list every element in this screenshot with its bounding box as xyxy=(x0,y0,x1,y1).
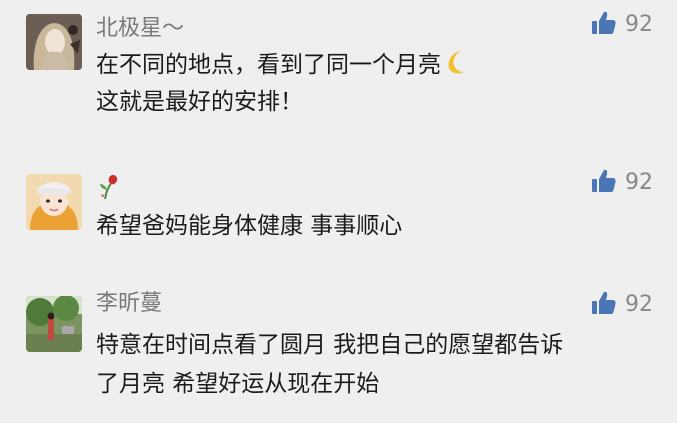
thumbs-up-icon xyxy=(591,168,617,198)
thumbs-up-icon xyxy=(591,10,617,40)
crescent-moon-icon xyxy=(443,48,471,85)
avatar[interactable] xyxy=(26,14,82,70)
comment-text: 在不同的地点，看到了同一个月亮 xyxy=(96,52,441,78)
like-count: 92 xyxy=(625,170,653,195)
wilted-rose-icon xyxy=(96,175,122,206)
comment-item: 北极星～ 在不同的地点，看到了同一个月亮 这就是最好的安排！ 92 xyxy=(0,0,677,150)
comment-text-line: 特意在时间点看了圆月 我把自己的愿望都告诉 xyxy=(96,332,564,358)
like-count: 92 xyxy=(625,292,653,317)
like-button[interactable]: 92 xyxy=(591,166,653,200)
comment-item: 李昕蔓 特意在时间点看了圆月 我把自己的愿望都告诉 了月亮 希望好运从现在开始 … xyxy=(0,280,677,423)
avatar[interactable] xyxy=(26,174,82,230)
like-button[interactable]: 92 xyxy=(591,288,653,322)
comment-text-line: 这就是最好的安排！ xyxy=(96,89,303,115)
username[interactable]: 北极星～ xyxy=(96,15,184,43)
comment-text-line: 在不同的地点，看到了同一个月亮 xyxy=(96,48,471,85)
thumbs-up-icon xyxy=(591,290,617,320)
comment-text-line: 希望爸妈能身体健康 事事顺心 xyxy=(96,213,403,239)
comment-text-line: 了月亮 希望好运从现在开始 xyxy=(96,371,380,397)
comment-item: 希望爸妈能身体健康 事事顺心 92 xyxy=(0,150,677,280)
username[interactable]: 李昕蔓 xyxy=(96,290,162,318)
like-button[interactable]: 92 xyxy=(591,8,653,42)
username[interactable] xyxy=(96,172,122,208)
like-count: 92 xyxy=(625,12,653,37)
avatar[interactable] xyxy=(26,296,82,352)
